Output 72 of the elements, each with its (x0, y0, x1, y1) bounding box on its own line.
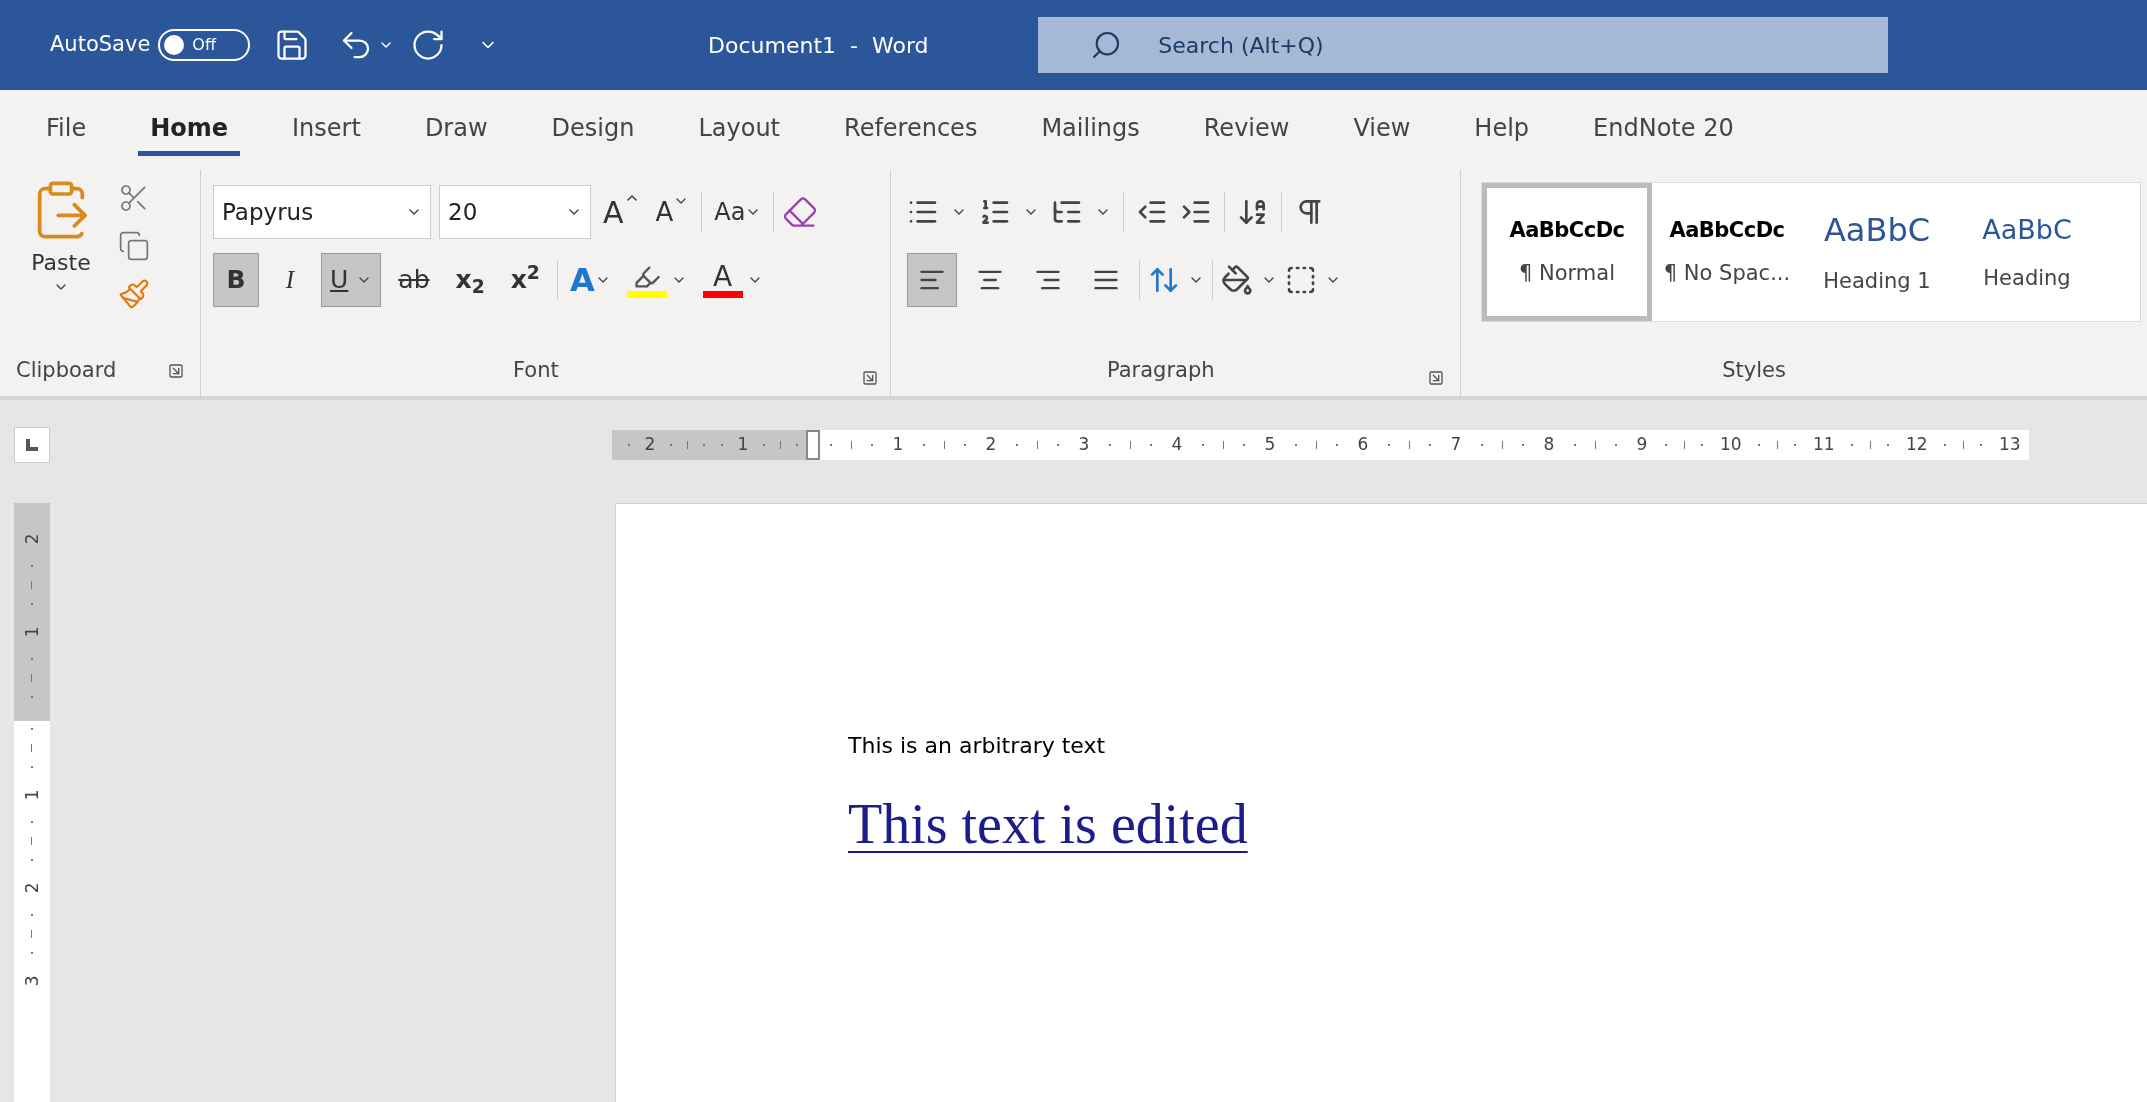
autosave-toggle[interactable]: Off (158, 29, 251, 61)
ruler-number: 6 (1357, 433, 1369, 457)
group-label: Clipboard (16, 357, 117, 385)
ribbon-tab[interactable]: Help (1462, 104, 1542, 156)
ribbon-tab[interactable]: References (832, 104, 990, 156)
ribbon-tab[interactable]: Layout (686, 104, 793, 156)
dialog-launcher-icon[interactable] (168, 363, 184, 379)
shading-icon[interactable] (1221, 264, 1253, 296)
ruler-number: 12 (1906, 433, 1928, 457)
ruler-number: 1 (20, 788, 43, 800)
style-item[interactable]: AaBbCcDc ¶ No Spac... (1652, 183, 1802, 321)
format-painter-icon[interactable] (118, 278, 150, 310)
ruler-number: 10 (1720, 433, 1742, 457)
edited-text: This text is edited (848, 792, 1248, 857)
copy-icon[interactable] (118, 230, 150, 262)
ruler-number: 2 (985, 433, 997, 457)
format-button[interactable]: ab (389, 253, 439, 307)
tab-selector[interactable] (14, 427, 50, 463)
ribbon-tab[interactable]: Design (539, 104, 647, 156)
clear-formatting-icon[interactable] (782, 194, 819, 230)
group-label: Styles (1722, 356, 1786, 384)
group-label: Font (513, 356, 559, 384)
ribbon-tab[interactable]: Home (138, 104, 241, 156)
search-field[interactable]: Search (Alt+Q) (1038, 17, 1889, 73)
paste-button[interactable]: Paste (16, 178, 106, 346)
ribbon-tab[interactable]: EndNote 20 (1581, 104, 1746, 156)
ribbon-tab[interactable]: File (34, 104, 99, 156)
left-tab-icon (26, 439, 38, 451)
ruler-number: 11 (1813, 433, 1835, 457)
ribbon-tab[interactable]: Draw (412, 104, 500, 156)
ruler-number: 2 (20, 533, 43, 545)
ruler-number: 1 (737, 433, 749, 457)
dialog-launcher-icon[interactable] (862, 370, 878, 386)
ruler-number: 1 (20, 626, 43, 638)
format-button[interactable]: U (321, 253, 382, 307)
text-effects-button[interactable]: A (565, 256, 615, 304)
align-button[interactable] (907, 253, 957, 307)
ribbon-tab[interactable]: Review (1191, 104, 1302, 156)
ruler-number: 4 (1171, 433, 1183, 457)
ruler-number: 1 (892, 433, 904, 457)
borders-icon[interactable] (1285, 264, 1317, 296)
grow-font-button[interactable]: A (599, 189, 644, 235)
indent-marker[interactable] (806, 430, 820, 460)
format-button[interactable]: x$_{2}$ (446, 253, 494, 307)
ruler-number: 2 (644, 433, 656, 457)
ribbon-tab[interactable]: Insert (280, 104, 373, 156)
format-button[interactable]: x$^{2}$ (501, 253, 549, 307)
ribbon-tab[interactable]: Mailings (1029, 104, 1152, 156)
style-item[interactable]: AaBbC Heading (1952, 183, 2102, 321)
ribbon-tab[interactable]: View (1341, 104, 1423, 156)
style-item[interactable]: AaBbCcDc ¶ Normal (1482, 183, 1652, 321)
ruler-number: 7 (1450, 433, 1462, 457)
body-text: This is an arbitrary text (848, 732, 1107, 760)
ruler-number: 3 (20, 974, 43, 986)
autosave-label: AutoSave (50, 31, 151, 59)
ruler-number: 9 (1636, 433, 1648, 457)
ruler-number: 2 (20, 881, 43, 893)
window-title: Document1 - Word (707, 31, 930, 60)
font-size-field[interactable]: 20 (439, 185, 591, 239)
format-button[interactable]: I (267, 253, 313, 307)
ruler-number: 5 (1264, 433, 1276, 457)
dialog-launcher-icon[interactable] (1428, 370, 1444, 386)
format-button[interactable]: B (213, 253, 259, 307)
ruler-number: 13 (1999, 433, 2021, 457)
ruler-number: 3 (1078, 433, 1090, 457)
font-color-button[interactable]: A (698, 262, 767, 298)
ruler-number: 8 (1543, 433, 1555, 457)
shrink-font-button[interactable]: A (651, 192, 694, 232)
change-case-button[interactable]: Aa (710, 194, 766, 230)
group-label: Paragraph (1107, 356, 1215, 384)
font-name-field[interactable]: Papyrus (213, 185, 431, 239)
style-item[interactable]: AaBbC Heading 1 (1802, 183, 1952, 321)
